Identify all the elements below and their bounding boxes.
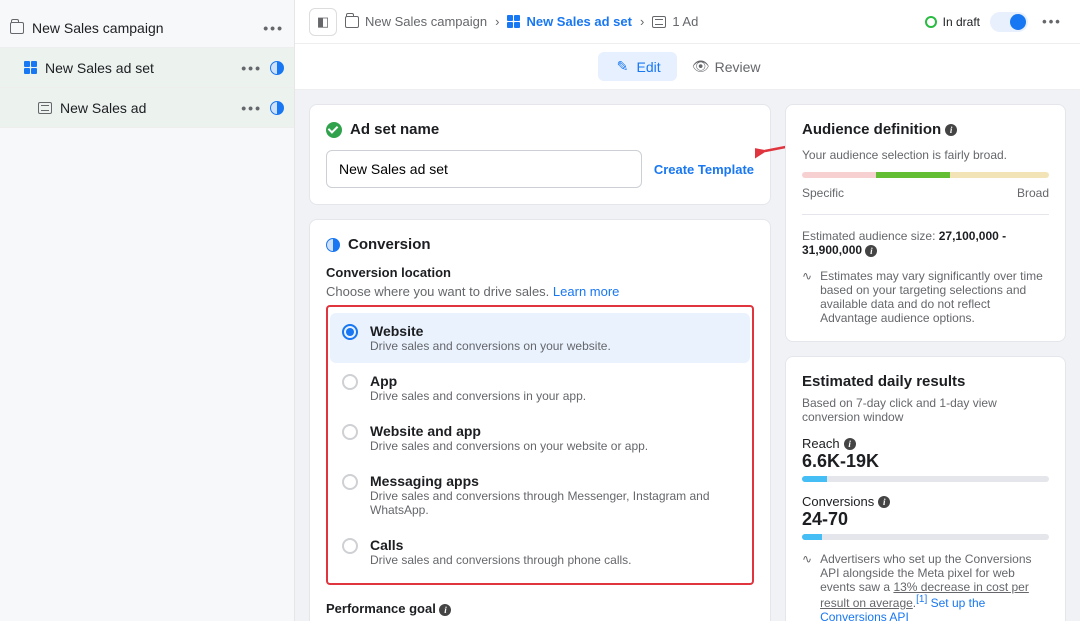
status-icon (270, 101, 284, 115)
more-menu-button[interactable]: ••• (1038, 8, 1066, 36)
adset-name-input[interactable] (326, 150, 642, 188)
sparkline-icon: ∿ (802, 552, 812, 621)
conversion-location-options: WebsiteDrive sales and conversions on yo… (326, 305, 754, 585)
check-icon (326, 122, 342, 138)
more-icon: ••• (1042, 14, 1062, 29)
adset-icon (24, 61, 37, 74)
reach-value: 6.6K-19K (802, 451, 1049, 472)
folder-icon (345, 16, 359, 28)
pencil-icon: ✎ (614, 58, 630, 75)
chevron-right-icon: › (495, 14, 499, 29)
crumb-ad[interactable]: 1 Ad (652, 14, 698, 29)
radio-icon (342, 474, 358, 490)
ad-icon (652, 16, 666, 28)
option-website[interactable]: WebsiteDrive sales and conversions on yo… (330, 313, 750, 363)
radio-icon (342, 324, 358, 340)
crumb-adset[interactable]: New Sales ad set (507, 14, 632, 29)
audience-gauge (802, 172, 1049, 178)
option-calls[interactable]: CallsDrive sales and conversions through… (330, 527, 750, 577)
ad-icon (38, 102, 52, 114)
option-app[interactable]: AppDrive sales and conversions in your a… (330, 363, 750, 413)
tab-edit[interactable]: ✎Edit (598, 52, 676, 81)
reach-bar (802, 476, 1049, 482)
option-website-and-app[interactable]: Website and appDrive sales and conversio… (330, 413, 750, 463)
info-icon[interactable]: i (844, 438, 856, 450)
status-icon (270, 61, 284, 75)
eye-icon: 👁 (693, 58, 709, 75)
tabs: ✎Edit 👁Review (295, 44, 1080, 90)
draft-icon (925, 16, 937, 28)
learn-more-link[interactable]: Learn more (553, 284, 619, 299)
option-messaging-apps[interactable]: Messaging appsDrive sales and conversion… (330, 463, 750, 527)
audience-definition-card: Audience definition i Your audience sele… (785, 104, 1066, 342)
estimated-results-card: Estimated daily results Based on 7-day c… (785, 356, 1066, 621)
info-icon[interactable]: i (945, 124, 957, 136)
panel-icon: ◧ (317, 14, 329, 30)
radio-icon (342, 538, 358, 554)
conversions-bar (802, 534, 1049, 540)
crumb-campaign[interactable]: New Sales campaign (345, 14, 487, 29)
breadcrumb: ◧ New Sales campaign › New Sales ad set … (309, 8, 698, 36)
more-icon[interactable]: ••• (263, 20, 284, 36)
collapse-panel-button[interactable]: ◧ (309, 8, 337, 36)
conversion-title: Conversion (348, 236, 431, 253)
radio-icon (342, 424, 358, 440)
info-icon[interactable]: i (878, 496, 890, 508)
topbar: ◧ New Sales campaign › New Sales ad set … (295, 0, 1080, 44)
performance-goal-label: Performance goal (326, 601, 436, 616)
tree-adset-label: New Sales ad set (45, 60, 154, 76)
more-icon[interactable]: ••• (241, 60, 262, 76)
radio-icon (342, 374, 358, 390)
adset-icon (507, 15, 520, 28)
annotation-arrow (755, 105, 785, 165)
create-template-button[interactable]: Create Template (654, 162, 754, 177)
audience-desc: Your audience selection is fairly broad. (802, 148, 1049, 162)
tree-ad[interactable]: New Sales ad ••• (0, 88, 294, 128)
audience-title: Audience definition (802, 121, 941, 138)
info-icon[interactable]: i (865, 245, 877, 257)
tree-adset[interactable]: New Sales ad set ••• (0, 48, 294, 88)
tab-review[interactable]: 👁Review (677, 52, 777, 81)
adset-name-card: Ad set name Create Template (309, 104, 771, 205)
tree-ad-label: New Sales ad (60, 100, 146, 116)
nav-sidebar: New Sales campaign ••• New Sales ad set … (0, 0, 295, 621)
tree-campaign[interactable]: New Sales campaign ••• (0, 8, 294, 48)
publish-toggle[interactable] (990, 12, 1028, 32)
more-icon[interactable]: ••• (241, 100, 262, 116)
chevron-right-icon: › (640, 14, 644, 29)
info-icon[interactable]: i (439, 604, 451, 616)
conversion-card: Conversion Conversion location Choose wh… (309, 219, 771, 621)
tree-campaign-label: New Sales campaign (32, 20, 164, 36)
conversion-icon (326, 238, 340, 252)
conversion-location-label: Conversion location (326, 265, 754, 280)
estimated-title: Estimated daily results (802, 373, 1049, 390)
sparkline-icon: ∿ (802, 269, 812, 325)
adset-card-title: Ad set name (350, 121, 439, 138)
conversions-value: 24-70 (802, 509, 1049, 530)
folder-icon (10, 22, 24, 34)
status-badge: In draft (925, 15, 980, 29)
